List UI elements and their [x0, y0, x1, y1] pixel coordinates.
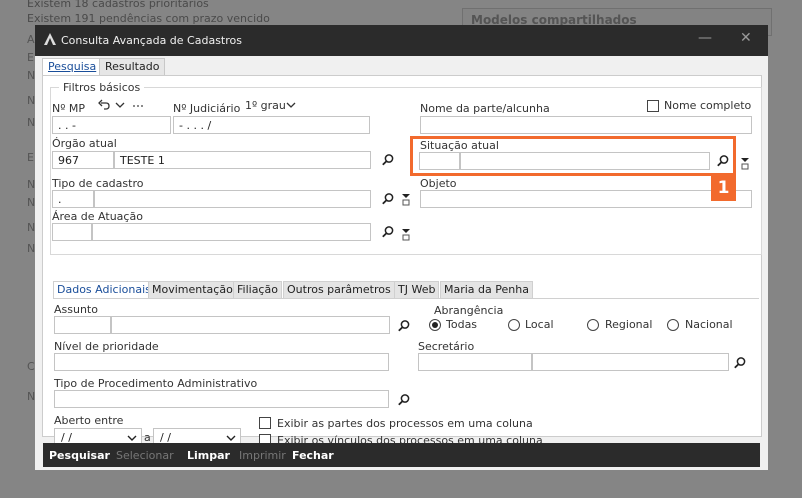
filter-dropdown-icon[interactable] [738, 156, 752, 170]
tipo-code-input[interactable]: . [52, 190, 94, 208]
radio-nacional[interactable] [667, 319, 679, 331]
subtabs-divider [53, 298, 759, 299]
tab-outros-parametros[interactable]: Outros parâmetros [283, 281, 395, 299]
tab-label: Maria da Penha [444, 283, 529, 296]
radio-regional[interactable] [587, 319, 599, 331]
abrangencia-label: Abrangência [434, 304, 504, 317]
area-name-input[interactable] [92, 223, 371, 241]
orgao-name-input[interactable]: TESTE 1 [114, 151, 371, 169]
radio-todas-label: Todas [446, 318, 478, 331]
chevron-down-icon[interactable] [113, 98, 127, 112]
n-mp-input[interactable]: . . - [52, 116, 171, 134]
prioridade-input[interactable] [54, 353, 389, 371]
dialog-titlebar[interactable]: Consulta Avançada de Cadastros — ✕ [35, 25, 768, 56]
advanced-search-dialog: Consulta Avançada de Cadastros — ✕ Pesqu… [35, 25, 768, 470]
n-judiciario-input[interactable]: - . . . / [173, 116, 370, 134]
nome-parte-input[interactable] [420, 116, 752, 134]
radio-nacional-label: Nacional [685, 318, 733, 331]
step-badge: 1 [711, 176, 736, 201]
tab-label: Dados Adicionais [57, 283, 151, 296]
filter-dropdown-icon[interactable] [399, 192, 413, 206]
search-icon[interactable] [381, 192, 395, 206]
chevron-down-icon[interactable] [284, 98, 298, 112]
grau-label: 1º grau [245, 99, 286, 112]
minimize-button[interactable]: — [698, 30, 712, 46]
imprimir-button[interactable]: Imprimir [239, 449, 286, 462]
situacao-highlight-box [410, 136, 736, 176]
objeto-label: Objeto [420, 177, 457, 190]
tab-filiacao[interactable]: Filiação [233, 281, 282, 299]
pesquisar-button[interactable]: Pesquisar [49, 449, 110, 462]
exibir-partes-checkbox[interactable] [259, 417, 271, 429]
orgao-label: Órgão atual [52, 137, 117, 150]
objeto-input[interactable] [420, 190, 752, 208]
area-code-input[interactable] [52, 223, 92, 241]
secretario-code-input[interactable] [418, 353, 532, 371]
search-icon[interactable] [397, 393, 411, 407]
additional-tabs: Dados Adicionais Movimentação Filiação O… [53, 281, 761, 299]
dialog-title: Consulta Avançada de Cadastros [61, 34, 242, 47]
secretario-label: Secretário [418, 340, 475, 353]
tab-pesquisa[interactable]: Pesquisa [42, 58, 103, 76]
n-judiciario-label: Nº Judiciário [173, 102, 241, 115]
procedimento-label: Tipo de Procedimento Administrativo [54, 377, 258, 390]
tab-label: Filiação [237, 283, 278, 296]
exibir-partes-label: Exibir as partes dos processos em uma co… [277, 417, 533, 430]
nome-parte-label: Nome da parte/alcunha [420, 102, 550, 115]
tipo-cadastro-label: Tipo de cadastro [52, 177, 144, 190]
procedimento-input[interactable] [54, 390, 389, 408]
dialog-footer: Pesquisar Selecionar Limpar Imprimir Fec… [43, 443, 760, 467]
search-icon[interactable] [733, 356, 747, 370]
assunto-label: Assunto [54, 303, 98, 316]
tab-maria-da-penha[interactable]: Maria da Penha [440, 281, 533, 299]
search-icon[interactable] [381, 225, 395, 239]
undo-icon[interactable] [97, 98, 111, 112]
tab-label: Outros parâmetros [287, 283, 391, 296]
selecionar-button[interactable]: Selecionar [116, 449, 174, 462]
secretario-name-input[interactable] [532, 353, 729, 371]
more-options-icon[interactable] [131, 98, 145, 112]
n-mp-label: Nº MP [52, 102, 86, 115]
radio-todas[interactable] [429, 319, 441, 331]
area-atuacao-label: Área de Atuação [52, 210, 143, 223]
tab-resultado[interactable]: Resultado [99, 58, 166, 76]
tab-movimentacao[interactable]: Movimentação [148, 281, 237, 299]
limpar-button[interactable]: Limpar [187, 449, 230, 462]
grau-dropdown[interactable]: 1º grau [245, 99, 286, 112]
radio-local-label: Local [525, 318, 554, 331]
search-icon[interactable] [381, 153, 395, 167]
prioridade-label: Nível de prioridade [54, 340, 159, 353]
close-button[interactable]: ✕ [740, 30, 752, 46]
tab-dados-adicionais[interactable]: Dados Adicionais [53, 281, 155, 299]
tab-tj-web[interactable]: TJ Web [394, 281, 440, 299]
nome-completo-label: Nome completo [664, 99, 752, 112]
radio-regional-label: Regional [605, 318, 653, 331]
radio-local[interactable] [508, 319, 520, 331]
tab-label: Movimentação [152, 283, 233, 296]
search-panel: Filtros básicos Nº MP . . - Nº Judiciári… [42, 75, 762, 447]
filter-dropdown-icon[interactable] [399, 227, 413, 241]
assunto-name-input[interactable] [111, 316, 390, 334]
basic-filters-legend: Filtros básicos [59, 81, 145, 94]
tab-label: Resultado [105, 60, 160, 73]
orgao-code-input[interactable]: 967 [52, 151, 114, 169]
tipo-name-input[interactable] [94, 190, 371, 208]
app-logo-icon [44, 33, 56, 45]
tab-label: TJ Web [398, 283, 436, 296]
search-icon[interactable] [397, 319, 411, 333]
tab-label: Pesquisa [48, 60, 97, 73]
aberto-entre-label: Aberto entre [54, 414, 124, 427]
nome-completo-checkbox[interactable] [647, 100, 659, 112]
fechar-button[interactable]: Fechar [292, 449, 334, 462]
assunto-code-input[interactable] [54, 316, 111, 334]
